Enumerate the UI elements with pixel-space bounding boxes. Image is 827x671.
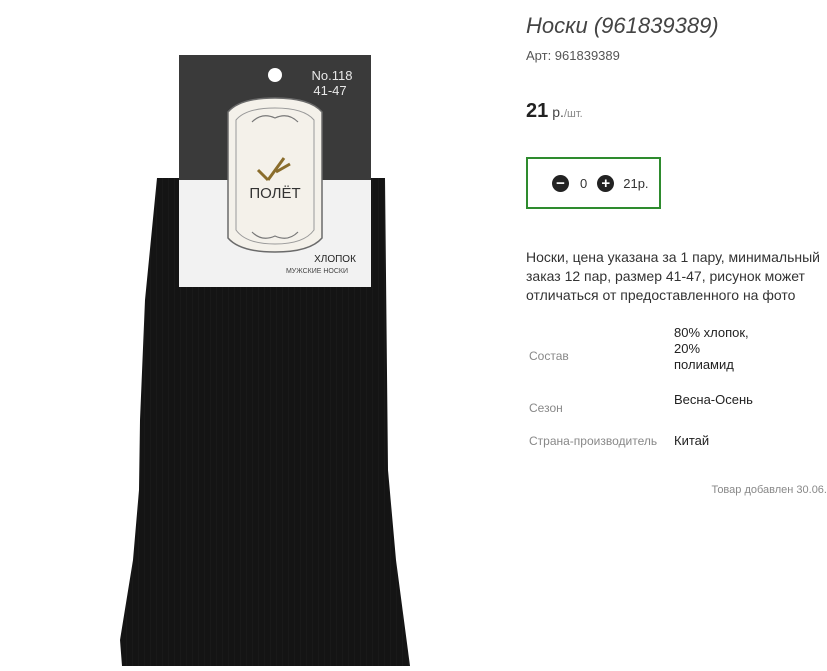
spec-value: 80% хлопок, 20% полиамид [674, 325, 749, 372]
plus-icon[interactable]: + [597, 174, 615, 192]
price-unit: /шт. [563, 108, 583, 120]
quantity-sum: 21р. [623, 175, 649, 191]
brand-name: ПОЛЁТ [249, 185, 300, 202]
tag-material: ХЛОПОК [314, 254, 356, 265]
spec-label: Сезон [529, 401, 563, 415]
tag-number: No.118 [312, 68, 353, 83]
tag-type: МУЖСКИЕ НОСКИ [286, 268, 348, 275]
spec-value: Китай [674, 433, 710, 448]
product-description: Носки, цена указана за 1 пару, минимальн… [526, 249, 820, 303]
spec-label: Состав [529, 349, 569, 363]
quantity-stepper: − 0 + 21р. [526, 157, 661, 209]
product-image[interactable]: No.118 41-47 ПОЛЁТ ХЛОПОК МУЖСКИЕ НОСКИ [0, 0, 520, 666]
product-price: 21 р./шт. [526, 100, 583, 123]
added-date: Товар добавлен 30.06. [711, 484, 827, 496]
spec-value: Весна-Осень [674, 392, 753, 407]
tag-size: 41-47 [313, 83, 346, 98]
minus-icon[interactable]: − [552, 174, 569, 192]
product-title: Носки (961839389) [526, 13, 719, 38]
price-amount: 21 [526, 100, 549, 122]
quantity-value: 0 [580, 175, 588, 191]
product-sku: Арт: 961839389 [526, 48, 620, 63]
spec-label: Страна-производитель [529, 434, 658, 448]
price-currency: р. [552, 104, 564, 120]
sock-illustration: No.118 41-47 ПОЛЁТ ХЛОПОК МУЖСКИЕ НОСКИ [120, 55, 410, 666]
